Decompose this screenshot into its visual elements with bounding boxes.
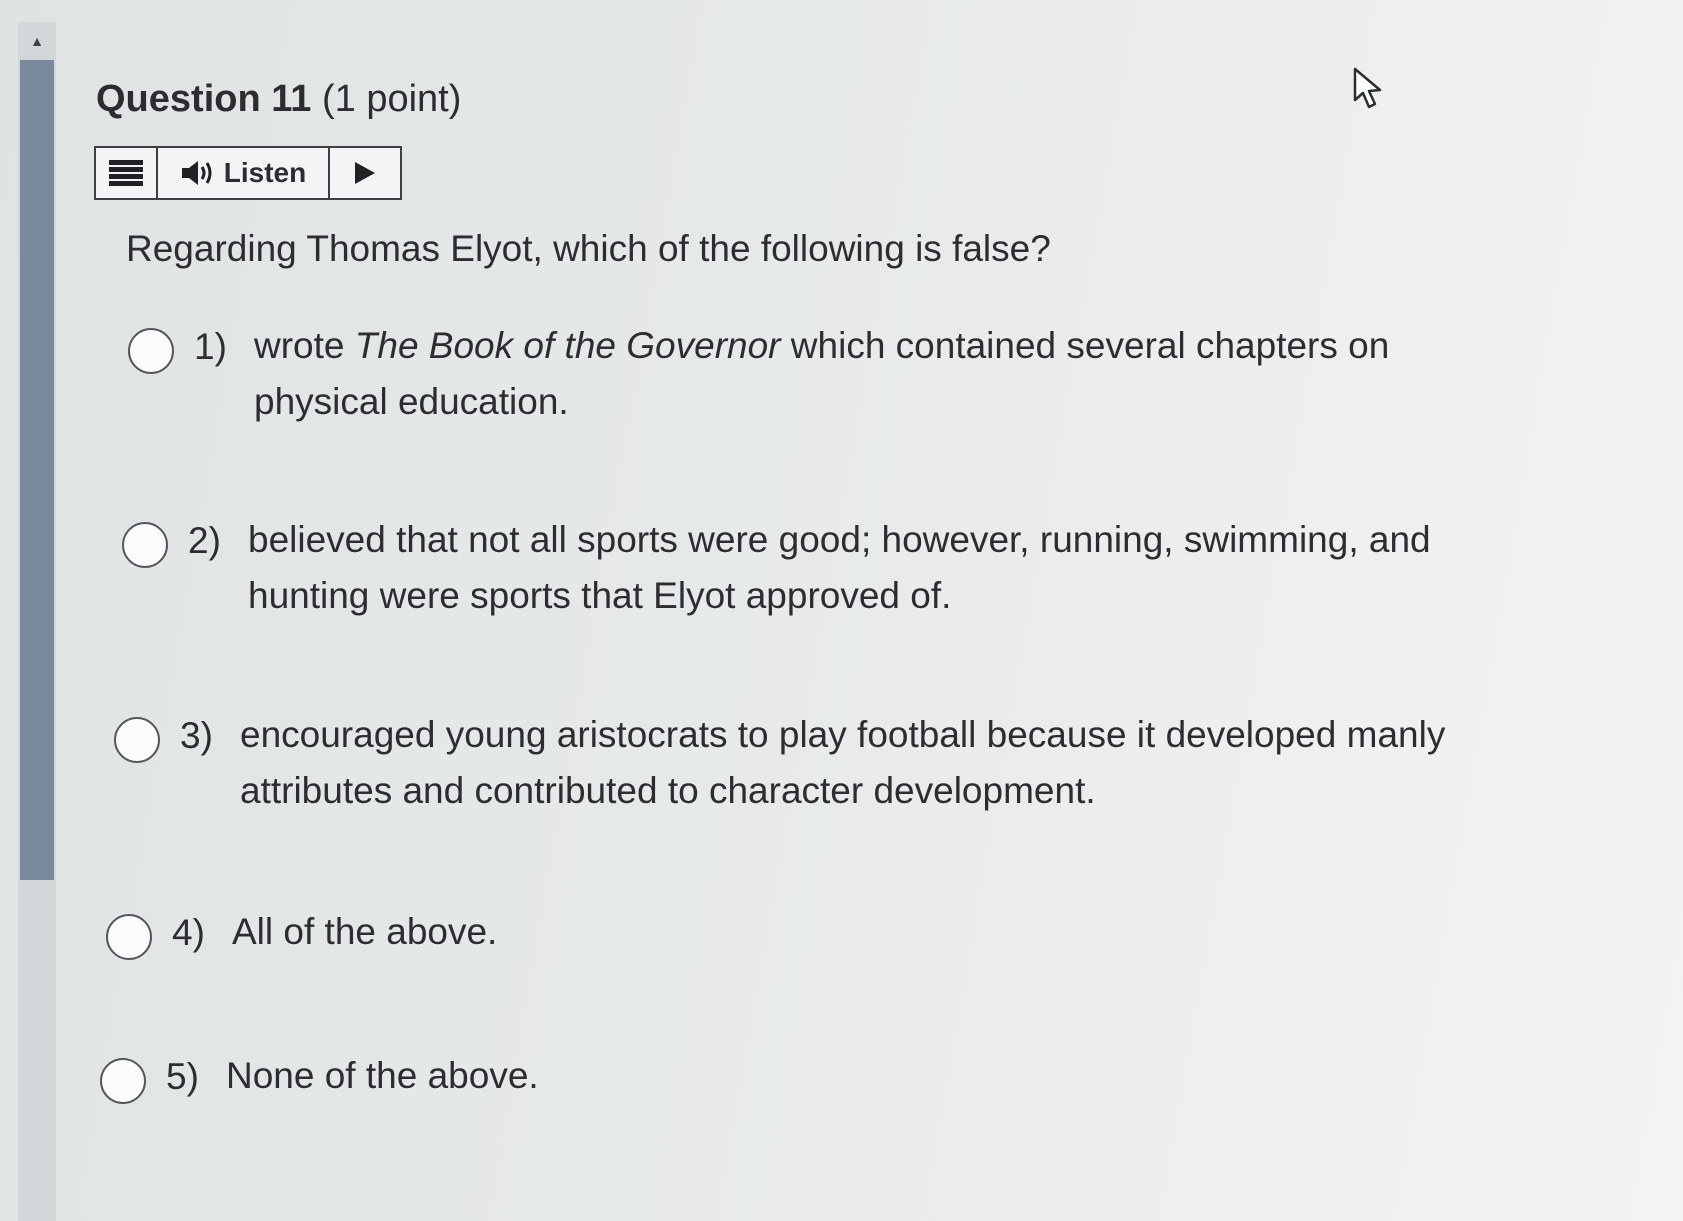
radio-button[interactable] bbox=[106, 914, 152, 960]
listen-button[interactable]: Listen bbox=[158, 148, 330, 198]
listen-label: Listen bbox=[223, 157, 307, 188]
speaker-icon bbox=[181, 161, 212, 185]
answer-option-2[interactable]: 2) believed that not all sports were goo… bbox=[122, 519, 1522, 624]
book-title: The Book of the Governor bbox=[354, 325, 781, 366]
vertical-scrollbar[interactable]: ▲ bbox=[0, 22, 56, 1221]
answer-option-4[interactable]: 4) All of the above. bbox=[106, 911, 1106, 960]
question-prompt: Regarding Thomas Elyot, which of the fol… bbox=[126, 228, 1051, 269]
menu-icon bbox=[109, 160, 143, 186]
radio-button[interactable] bbox=[128, 328, 174, 374]
listen-menu-button[interactable] bbox=[96, 148, 158, 198]
scroll-up-arrow-icon[interactable]: ▲ bbox=[20, 26, 54, 56]
option-text: wrote The Book of the Governor which con… bbox=[254, 325, 1390, 422]
radio-button[interactable] bbox=[100, 1058, 146, 1104]
answer-option-1[interactable]: 1) wrote The Book of the Governor which … bbox=[128, 325, 1468, 430]
scrollbar-thumb[interactable] bbox=[20, 60, 54, 880]
option-text: believed that not all sports were good; … bbox=[248, 519, 1431, 616]
option-text: All of the above. bbox=[232, 911, 498, 952]
answer-option-5[interactable]: 5) None of the above. bbox=[100, 1055, 1100, 1104]
option-number: 2) bbox=[188, 520, 221, 561]
option-text: None of the above. bbox=[226, 1055, 539, 1096]
radio-button[interactable] bbox=[114, 717, 160, 763]
listen-toolbar: Listen bbox=[94, 146, 402, 200]
option-text: encouraged young aristocrats to play foo… bbox=[240, 714, 1446, 811]
play-icon bbox=[355, 162, 375, 184]
option-number: 1) bbox=[194, 326, 227, 367]
play-button[interactable] bbox=[330, 148, 400, 198]
option-number: 5) bbox=[166, 1056, 199, 1097]
question-number: Question 11 bbox=[96, 78, 312, 120]
mouse-pointer-icon bbox=[1353, 67, 1382, 109]
answer-option-3[interactable]: 3) encouraged young aristocrats to play … bbox=[114, 714, 1534, 819]
option-number: 3) bbox=[180, 715, 213, 756]
radio-button[interactable] bbox=[122, 522, 168, 568]
question-points: (1 point) bbox=[321, 78, 462, 120]
question-title: Question 11 (1 point) bbox=[96, 78, 461, 121]
option-number: 4) bbox=[172, 912, 205, 953]
